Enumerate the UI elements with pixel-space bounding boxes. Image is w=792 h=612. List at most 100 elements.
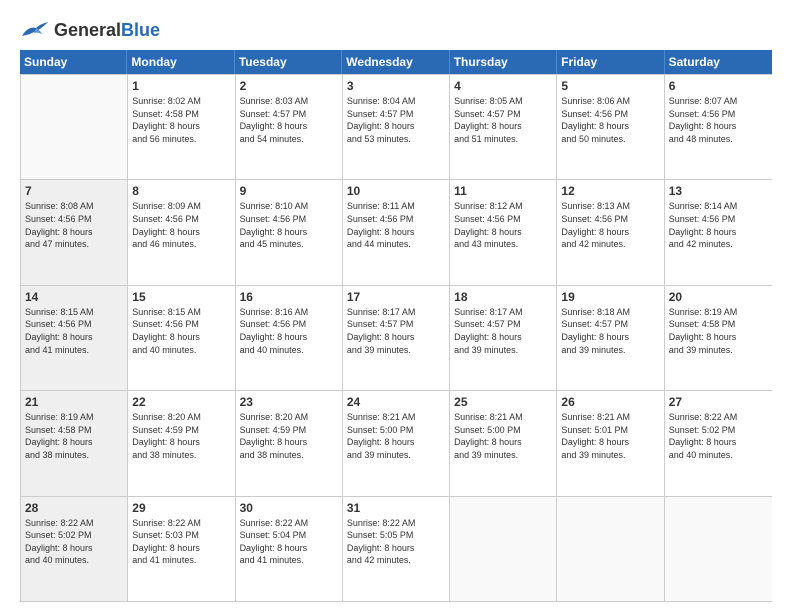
calendar-cell: 15 Sunrise: 8:15 AMSunset: 4:56 PMDayligh… bbox=[128, 286, 235, 390]
day-info: Sunrise: 8:20 AMSunset: 4:59 PMDaylight:… bbox=[132, 411, 230, 461]
logo-name: GeneralBlue bbox=[54, 20, 160, 38]
day-info: Sunrise: 8:22 AMSunset: 5:02 PMDaylight:… bbox=[669, 411, 768, 461]
calendar-cell: 20 Sunrise: 8:19 AMSunset: 4:58 PMDayligh… bbox=[665, 286, 772, 390]
logo: GeneralBlue bbox=[20, 18, 160, 40]
weekday-header-monday: Monday bbox=[127, 50, 234, 74]
calendar-cell: 9Sunrise: 8:10 AMSunset: 4:56 PMDaylight… bbox=[236, 180, 343, 284]
day-info: Sunrise: 8:10 AMSunset: 4:56 PMDaylight:… bbox=[240, 200, 338, 250]
day-info: Sunrise: 8:07 AMSunset: 4:56 PMDaylight:… bbox=[669, 95, 768, 145]
day-number: 6 bbox=[669, 79, 768, 93]
day-number: 22 bbox=[132, 395, 230, 409]
calendar-cell: 31Sunrise: 8:22 AMSunset: 5:05 PMDayligh… bbox=[343, 497, 450, 601]
weekday-header-friday: Friday bbox=[557, 50, 664, 74]
day-number: 8 bbox=[132, 184, 230, 198]
weekday-header-thursday: Thursday bbox=[450, 50, 557, 74]
calendar-week-0: 1 Sunrise: 8:02 AMSunset: 4:58 PMDaylight… bbox=[21, 74, 772, 179]
calendar-cell: 5Sunrise: 8:06 AMSunset: 4:56 PMDaylight… bbox=[557, 75, 664, 179]
header: GeneralBlue bbox=[20, 18, 772, 40]
day-number: 28 bbox=[25, 501, 123, 515]
calendar-cell: 24 Sunrise: 8:21 AMSunset: 5:00 PMDayligh… bbox=[343, 391, 450, 495]
day-number: 10 bbox=[347, 184, 445, 198]
day-info: Sunrise: 8:18 AMSunset: 4:57 PMDaylight:… bbox=[561, 306, 659, 356]
calendar-header: SundayMondayTuesdayWednesdayThursdayFrid… bbox=[20, 50, 772, 74]
calendar-cell: 8 Sunrise: 8:09 AMSunset: 4:56 PMDaylight… bbox=[128, 180, 235, 284]
day-info: Sunrise: 8:02 AMSunset: 4:58 PMDaylight:… bbox=[132, 95, 230, 145]
day-number: 15 bbox=[132, 290, 230, 304]
day-number: 17 bbox=[347, 290, 445, 304]
calendar-cell: 22 Sunrise: 8:20 AMSunset: 4:59 PMDayligh… bbox=[128, 391, 235, 495]
day-number: 11 bbox=[454, 184, 552, 198]
day-info: Sunrise: 8:21 AMSunset: 5:00 PMDaylight:… bbox=[454, 411, 552, 461]
calendar-cell: 17Sunrise: 8:17 AMSunset: 4:57 PMDayligh… bbox=[343, 286, 450, 390]
day-info: Sunrise: 8:11 AMSunset: 4:56 PMDaylight:… bbox=[347, 200, 445, 250]
calendar-cell: 11Sunrise: 8:12 AMSunset: 4:56 PMDayligh… bbox=[450, 180, 557, 284]
day-number: 20 bbox=[669, 290, 768, 304]
calendar-cell: 23Sunrise: 8:20 AMSunset: 4:59 PMDayligh… bbox=[236, 391, 343, 495]
weekday-header-tuesday: Tuesday bbox=[235, 50, 342, 74]
day-number: 30 bbox=[240, 501, 338, 515]
day-info: Sunrise: 8:05 AMSunset: 4:57 PMDaylight:… bbox=[454, 95, 552, 145]
calendar-cell: 7 Sunrise: 8:08 AMSunset: 4:56 PMDaylight… bbox=[21, 180, 128, 284]
calendar-cell: 2 Sunrise: 8:03 AMSunset: 4:57 PMDaylight… bbox=[236, 75, 343, 179]
day-info: Sunrise: 8:21 AMSunset: 5:01 PMDaylight:… bbox=[561, 411, 659, 461]
calendar-cell: 3Sunrise: 8:04 AMSunset: 4:57 PMDaylight… bbox=[343, 75, 450, 179]
day-info: Sunrise: 8:19 AMSunset: 4:58 PMDaylight:… bbox=[669, 306, 768, 356]
calendar-cell: 19Sunrise: 8:18 AMSunset: 4:57 PMDayligh… bbox=[557, 286, 664, 390]
day-info: Sunrise: 8:17 AMSunset: 4:57 PMDaylight:… bbox=[454, 306, 552, 356]
calendar-cell: 28Sunrise: 8:22 AMSunset: 5:02 PMDayligh… bbox=[21, 497, 128, 601]
day-info: Sunrise: 8:22 AMSunset: 5:04 PMDaylight:… bbox=[240, 517, 338, 567]
calendar-cell: 21Sunrise: 8:19 AMSunset: 4:58 PMDayligh… bbox=[21, 391, 128, 495]
day-number: 26 bbox=[561, 395, 659, 409]
day-info: Sunrise: 8:09 AMSunset: 4:56 PMDaylight:… bbox=[132, 200, 230, 250]
calendar-cell: 13 Sunrise: 8:14 AMSunset: 4:56 PMDayligh… bbox=[665, 180, 772, 284]
logo-icon bbox=[20, 18, 50, 40]
day-info: Sunrise: 8:19 AMSunset: 4:58 PMDaylight:… bbox=[25, 411, 123, 461]
day-info: Sunrise: 8:15 AMSunset: 4:56 PMDaylight:… bbox=[25, 306, 123, 356]
calendar-cell: 1 Sunrise: 8:02 AMSunset: 4:58 PMDaylight… bbox=[128, 75, 235, 179]
page: GeneralBlue SundayMondayTuesdayWednesday… bbox=[0, 0, 792, 612]
calendar-cell bbox=[450, 497, 557, 601]
day-number: 25 bbox=[454, 395, 552, 409]
calendar-cell: 14Sunrise: 8:15 AMSunset: 4:56 PMDayligh… bbox=[21, 286, 128, 390]
day-number: 29 bbox=[132, 501, 230, 515]
day-number: 23 bbox=[240, 395, 338, 409]
day-info: Sunrise: 8:15 AMSunset: 4:56 PMDaylight:… bbox=[132, 306, 230, 356]
calendar-cell: 4Sunrise: 8:05 AMSunset: 4:57 PMDaylight… bbox=[450, 75, 557, 179]
calendar-cell: 27 Sunrise: 8:22 AMSunset: 5:02 PMDayligh… bbox=[665, 391, 772, 495]
calendar-cell: 29Sunrise: 8:22 AMSunset: 5:03 PMDayligh… bbox=[128, 497, 235, 601]
day-info: Sunrise: 8:03 AMSunset: 4:57 PMDaylight:… bbox=[240, 95, 338, 145]
day-number: 18 bbox=[454, 290, 552, 304]
calendar-cell bbox=[665, 497, 772, 601]
calendar-cell: 10 Sunrise: 8:11 AMSunset: 4:56 PMDayligh… bbox=[343, 180, 450, 284]
weekday-header-sunday: Sunday bbox=[20, 50, 127, 74]
day-number: 13 bbox=[669, 184, 768, 198]
day-info: Sunrise: 8:21 AMSunset: 5:00 PMDaylight:… bbox=[347, 411, 445, 461]
calendar-cell bbox=[21, 75, 128, 179]
calendar-cell: 16 Sunrise: 8:16 AMSunset: 4:56 PMDayligh… bbox=[236, 286, 343, 390]
day-number: 5 bbox=[561, 79, 659, 93]
calendar-cell: 26 Sunrise: 8:21 AMSunset: 5:01 PMDayligh… bbox=[557, 391, 664, 495]
day-info: Sunrise: 8:13 AMSunset: 4:56 PMDaylight:… bbox=[561, 200, 659, 250]
day-info: Sunrise: 8:22 AMSunset: 5:05 PMDaylight:… bbox=[347, 517, 445, 567]
day-number: 16 bbox=[240, 290, 338, 304]
calendar-week-3: 21Sunrise: 8:19 AMSunset: 4:58 PMDayligh… bbox=[21, 390, 772, 495]
calendar-week-1: 7 Sunrise: 8:08 AMSunset: 4:56 PMDaylight… bbox=[21, 179, 772, 284]
logo-top: GeneralBlue bbox=[54, 20, 160, 41]
day-info: Sunrise: 8:16 AMSunset: 4:56 PMDaylight:… bbox=[240, 306, 338, 356]
day-number: 27 bbox=[669, 395, 768, 409]
calendar: SundayMondayTuesdayWednesdayThursdayFrid… bbox=[20, 50, 772, 602]
calendar-cell: 30 Sunrise: 8:22 AMSunset: 5:04 PMDayligh… bbox=[236, 497, 343, 601]
day-number: 1 bbox=[132, 79, 230, 93]
day-number: 7 bbox=[25, 184, 123, 198]
calendar-cell bbox=[557, 497, 664, 601]
calendar-week-2: 14Sunrise: 8:15 AMSunset: 4:56 PMDayligh… bbox=[21, 285, 772, 390]
day-info: Sunrise: 8:14 AMSunset: 4:56 PMDaylight:… bbox=[669, 200, 768, 250]
day-number: 3 bbox=[347, 79, 445, 93]
day-info: Sunrise: 8:08 AMSunset: 4:56 PMDaylight:… bbox=[25, 200, 123, 250]
day-number: 2 bbox=[240, 79, 338, 93]
day-number: 12 bbox=[561, 184, 659, 198]
calendar-cell: 6 Sunrise: 8:07 AMSunset: 4:56 PMDaylight… bbox=[665, 75, 772, 179]
calendar-cell: 25 Sunrise: 8:21 AMSunset: 5:00 PMDayligh… bbox=[450, 391, 557, 495]
weekday-header-wednesday: Wednesday bbox=[342, 50, 449, 74]
day-number: 24 bbox=[347, 395, 445, 409]
